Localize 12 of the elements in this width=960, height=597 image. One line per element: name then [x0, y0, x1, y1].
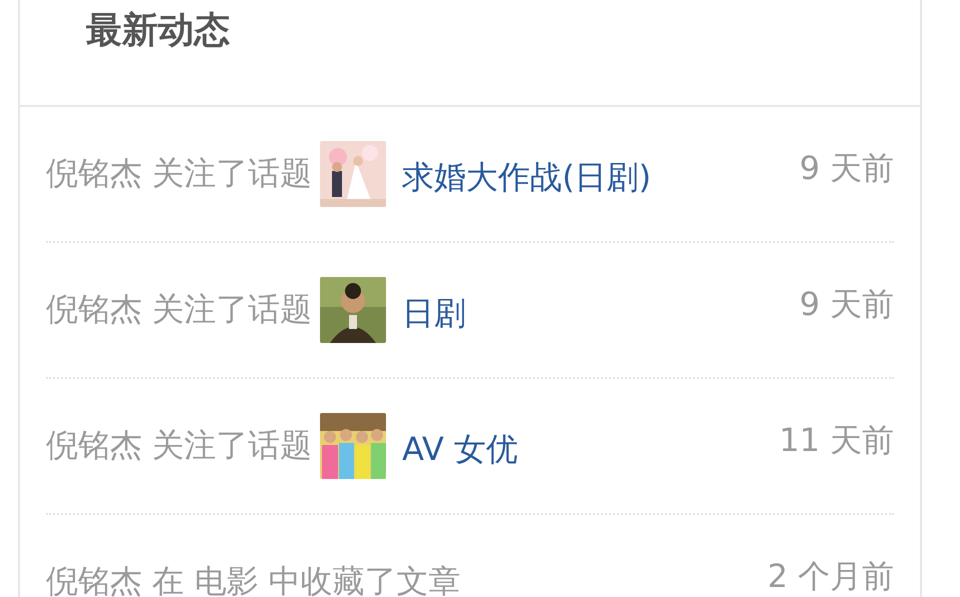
activity-time: 9 天前 [799, 148, 894, 189]
activity-time: 2 个月前 [767, 556, 894, 597]
topic-link[interactable]: 求婚大作战(日剧) [402, 156, 652, 200]
activity-text: 倪铭杰 关注了话题 [46, 425, 312, 466]
activity-time: 9 天前 [799, 284, 894, 325]
section-title: 最新动态 [86, 9, 230, 53]
topic-link[interactable]: AV 女优 [402, 428, 518, 472]
activity-text: 倪铭杰 在 电影 中收藏了文章 [46, 561, 461, 597]
activity-time: 11 天前 [779, 420, 894, 461]
activity-text: 倪铭杰 关注了话题 [46, 153, 312, 194]
topic-link[interactable]: 日剧 [402, 292, 466, 336]
activity-text: 倪铭杰 关注了话题 [46, 289, 312, 330]
